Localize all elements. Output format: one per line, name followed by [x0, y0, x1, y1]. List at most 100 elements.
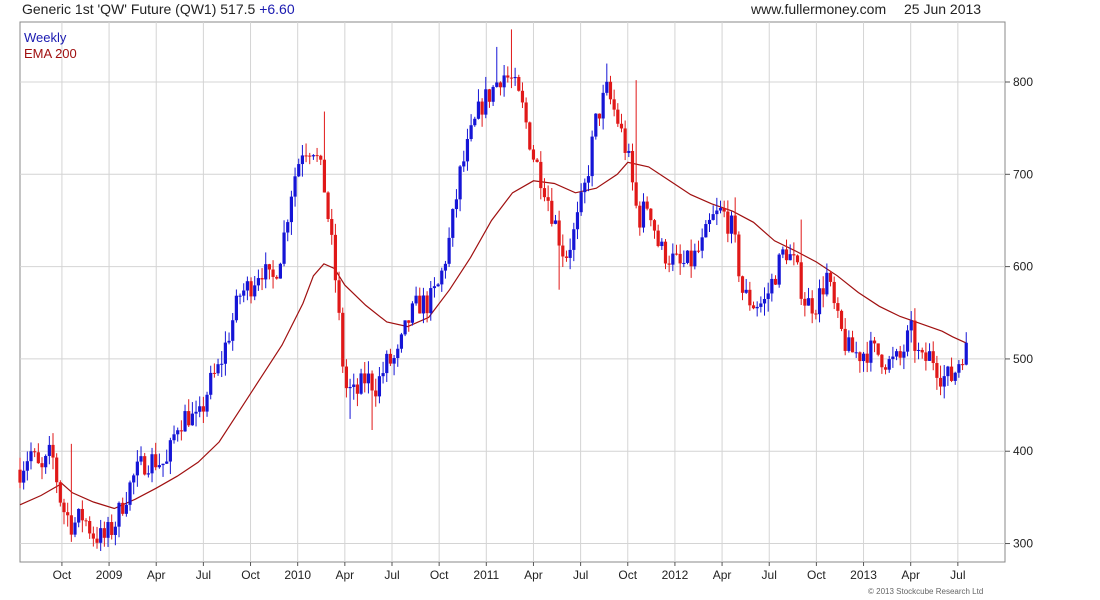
candle-body	[278, 263, 282, 279]
candle-body	[858, 352, 862, 362]
candle-body	[836, 303, 840, 311]
candle-body	[931, 351, 935, 364]
candle-body	[447, 237, 451, 264]
candle-body	[788, 254, 792, 261]
candle-body	[594, 113, 598, 137]
candle-body	[176, 430, 180, 435]
legend-ema: EMA 200	[24, 46, 77, 61]
candle-body	[905, 330, 910, 352]
y-tick-label: 300	[1013, 537, 1033, 551]
candle-body	[498, 82, 503, 88]
candle-body	[157, 465, 161, 468]
candle-body	[117, 502, 121, 527]
candle-body	[234, 295, 238, 321]
candle-body	[209, 372, 213, 395]
candle-body	[766, 293, 770, 299]
candle-body	[429, 288, 433, 314]
candle-body	[190, 413, 194, 426]
candle-body	[847, 337, 851, 351]
candle-body	[641, 201, 646, 228]
candle-body	[249, 281, 253, 297]
candle-body	[821, 288, 825, 295]
candle-body	[737, 234, 741, 277]
candle-body	[509, 77, 514, 79]
candle-body	[887, 359, 891, 370]
candle-body	[440, 270, 444, 285]
candle-body	[645, 201, 649, 209]
candle-body	[957, 364, 961, 373]
y-tick-label: 500	[1013, 352, 1033, 366]
candle-body	[909, 320, 913, 331]
candle-body	[880, 354, 884, 368]
candle-body	[524, 102, 528, 123]
candle-body	[69, 515, 73, 535]
x-tick-label: Jul	[196, 568, 211, 582]
candle-body	[733, 215, 737, 235]
candle-body	[264, 264, 268, 280]
candle-body	[513, 76, 517, 79]
candle-body	[407, 320, 411, 323]
candle-body	[839, 310, 844, 329]
candle-body	[256, 278, 260, 286]
candle-body	[220, 363, 224, 365]
candle-body	[99, 528, 103, 543]
candle-body	[399, 334, 404, 349]
candle-body	[638, 205, 642, 228]
candle-body	[814, 313, 818, 315]
candle-body	[495, 82, 499, 87]
candle-body	[80, 508, 84, 521]
candle-body	[803, 298, 807, 306]
candle-body	[685, 250, 690, 263]
candle-body	[73, 522, 77, 535]
candle-body	[47, 444, 51, 456]
candle-body	[656, 230, 660, 247]
candle-body	[77, 508, 81, 523]
candle-body	[271, 269, 275, 277]
candle-body	[36, 452, 40, 464]
candle-body	[777, 254, 781, 285]
x-tick-label: Oct	[53, 568, 72, 582]
candle-body	[711, 214, 715, 220]
x-tick-label: Apr	[901, 568, 920, 582]
candle-body	[927, 351, 932, 361]
candle-body	[132, 475, 136, 483]
candle-body	[619, 123, 624, 129]
candle-body	[608, 81, 613, 100]
candle-body	[568, 249, 572, 258]
candle-body	[18, 469, 22, 483]
candle-body	[165, 461, 169, 464]
candle-body	[385, 353, 389, 374]
candle-body	[825, 272, 829, 295]
candle-body	[62, 502, 66, 513]
candle-body	[374, 390, 378, 397]
candle-body	[550, 200, 554, 224]
candle-body	[748, 289, 752, 306]
candle-body	[924, 352, 928, 361]
candle-body	[704, 224, 708, 238]
candle-body	[25, 461, 29, 471]
candle-body	[330, 219, 334, 235]
x-tick-label: Oct	[241, 568, 260, 582]
candle-body	[205, 394, 209, 412]
candle-body	[179, 430, 183, 432]
candle-body	[660, 241, 664, 247]
y-axis: 300 400 500 600 700 800	[1005, 75, 1033, 551]
candle-body	[410, 303, 415, 323]
candle-body	[344, 366, 349, 389]
y-tick-label: 600	[1013, 260, 1033, 274]
candle-body	[436, 284, 440, 287]
candle-body	[872, 340, 877, 344]
candle-body	[828, 272, 833, 282]
x-tick-label: Jul	[573, 568, 588, 582]
candle-body	[590, 136, 594, 177]
candle-body	[198, 406, 202, 412]
candle-body	[143, 456, 147, 475]
candle-body	[58, 482, 62, 503]
candle-body	[502, 75, 506, 88]
candle-body	[876, 343, 880, 355]
candle-body	[238, 295, 242, 297]
candle-body	[627, 150, 631, 153]
candle-body	[506, 75, 510, 78]
candle-body	[315, 155, 319, 157]
candle-body	[718, 207, 723, 211]
